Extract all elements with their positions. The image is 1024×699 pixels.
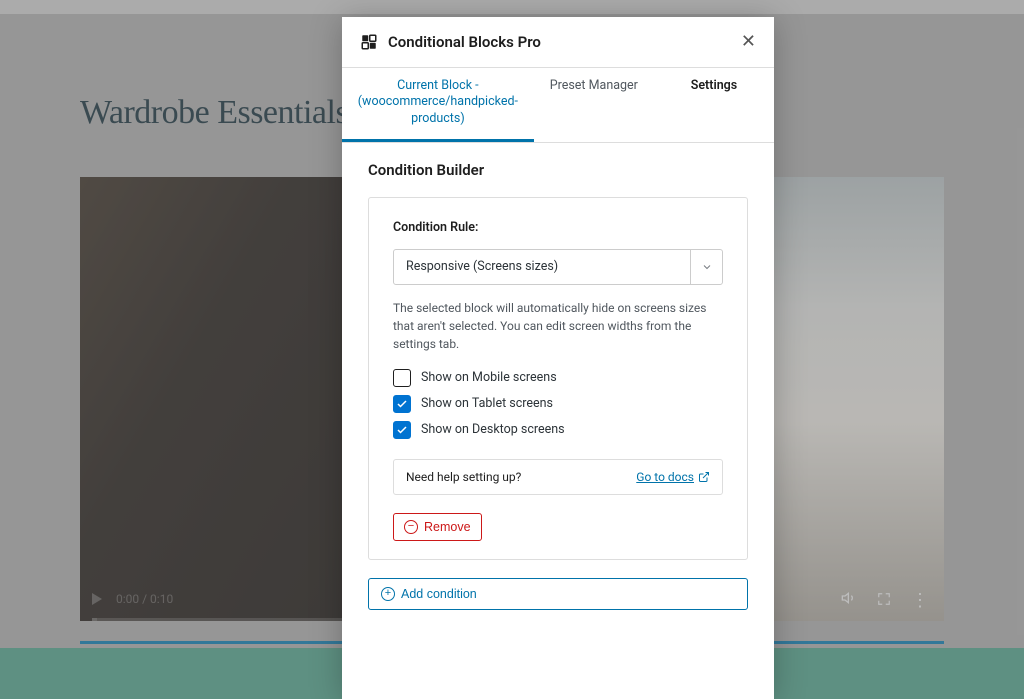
add-button-label: Add condition bbox=[401, 587, 477, 601]
docs-link-label: Go to docs bbox=[636, 470, 694, 484]
modal-title: Conditional Blocks Pro bbox=[388, 33, 541, 51]
chevron-down-icon bbox=[690, 250, 722, 284]
docs-link[interactable]: Go to docs bbox=[636, 470, 710, 484]
modal-header: Conditional Blocks Pro ✕ bbox=[342, 17, 774, 68]
help-box: Need help setting up? Go to docs bbox=[393, 459, 723, 495]
close-icon[interactable]: ✕ bbox=[741, 33, 756, 51]
conditional-blocks-modal: Conditional Blocks Pro ✕ Current Block -… bbox=[342, 17, 774, 699]
remove-button[interactable]: − Remove bbox=[393, 513, 482, 541]
responsive-checks: Show on Mobile screens Show on Tablet sc… bbox=[393, 365, 723, 443]
modal-tabs: Current Block - (woocommerce/handpicked-… bbox=[342, 68, 774, 143]
plus-circle-icon: + bbox=[381, 587, 395, 601]
checkbox-tablet[interactable] bbox=[393, 395, 411, 413]
checkbox-mobile[interactable] bbox=[393, 369, 411, 387]
tab-preset-manager[interactable]: Preset Manager bbox=[534, 68, 654, 142]
rule-select-value: Responsive (Screens sizes) bbox=[406, 259, 558, 274]
tab-current-block[interactable]: Current Block - (woocommerce/handpicked-… bbox=[342, 68, 534, 142]
rule-select[interactable]: Responsive (Screens sizes) bbox=[393, 249, 723, 285]
rule-label: Condition Rule: bbox=[393, 220, 723, 235]
external-link-icon bbox=[698, 471, 710, 483]
condition-card: Condition Rule: Responsive (Screens size… bbox=[368, 197, 748, 560]
app-icon bbox=[360, 33, 378, 51]
check-row-tablet: Show on Tablet screens bbox=[393, 391, 723, 417]
remove-button-label: Remove bbox=[424, 520, 471, 534]
check-row-desktop: Show on Desktop screens bbox=[393, 417, 723, 443]
checkbox-desktop-label: Show on Desktop screens bbox=[421, 422, 565, 437]
checkbox-desktop[interactable] bbox=[393, 421, 411, 439]
tab-settings[interactable]: Settings bbox=[654, 68, 774, 142]
add-condition-button[interactable]: + Add condition bbox=[368, 578, 748, 610]
help-text: Need help setting up? bbox=[406, 470, 521, 484]
builder-title: Condition Builder bbox=[342, 143, 774, 189]
rule-description: The selected block will automatically hi… bbox=[393, 299, 723, 353]
check-row-mobile: Show on Mobile screens bbox=[393, 365, 723, 391]
checkbox-mobile-label: Show on Mobile screens bbox=[421, 370, 557, 385]
minus-circle-icon: − bbox=[404, 520, 418, 534]
checkbox-tablet-label: Show on Tablet screens bbox=[421, 396, 553, 411]
